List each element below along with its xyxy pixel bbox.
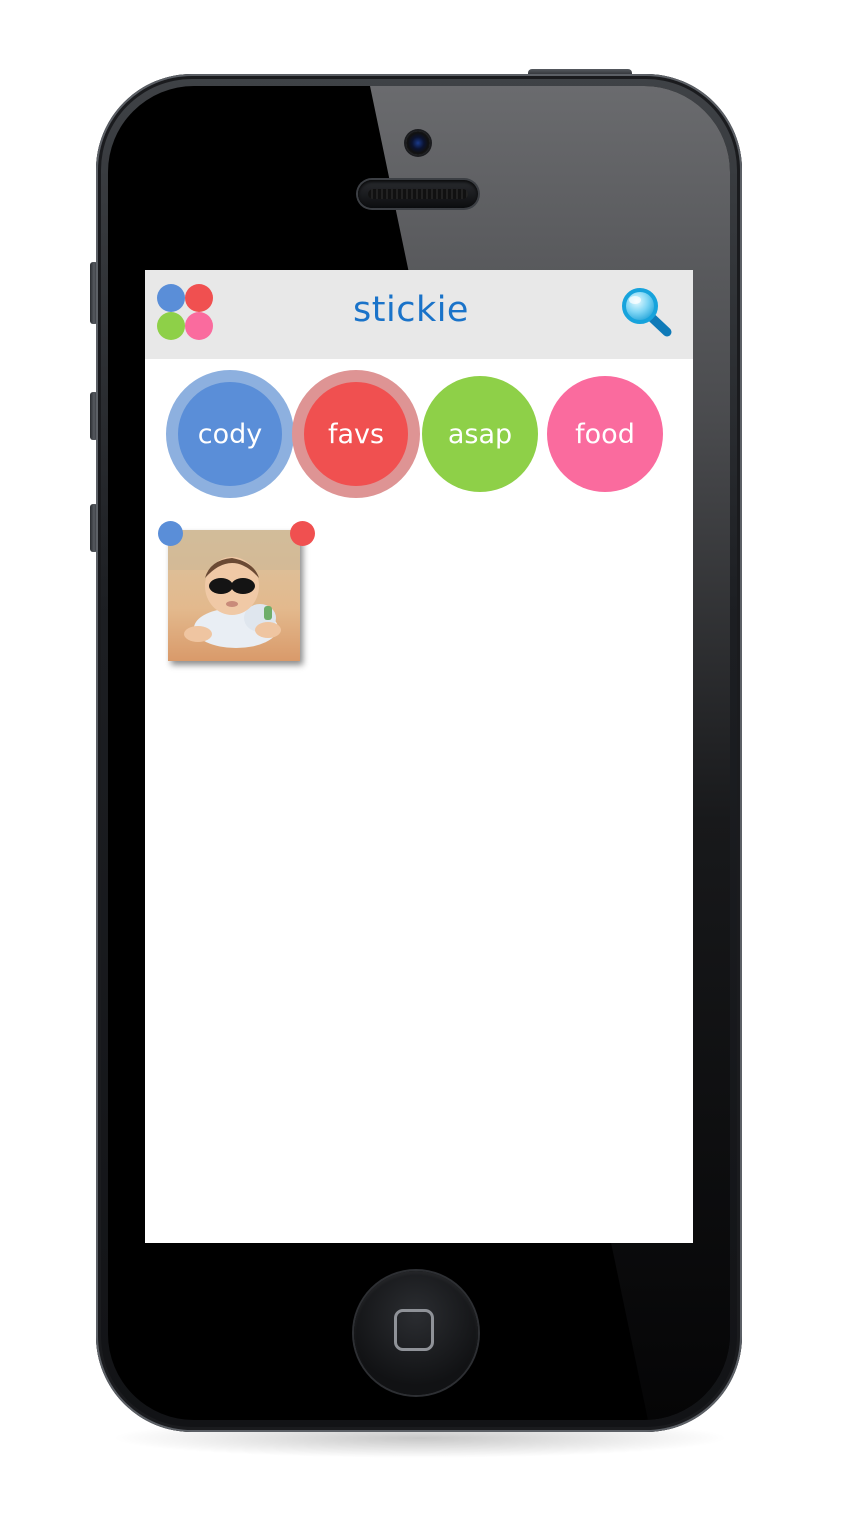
photo-tag-dot-blue	[158, 521, 183, 546]
logo-dot-blue	[157, 284, 185, 312]
home-square-icon	[394, 1309, 434, 1351]
tag-label: cody	[197, 418, 263, 450]
tag-favs[interactable]: favs	[292, 370, 420, 498]
app-screen: stickie cody favs asap food	[145, 270, 693, 1243]
device-mockup: stickie cody favs asap food	[0, 0, 847, 1537]
home-button[interactable]	[354, 1271, 478, 1395]
tag-label: food	[575, 418, 635, 450]
tag-label: favs	[327, 418, 385, 450]
front-camera	[406, 131, 430, 155]
tag-label: asap	[447, 418, 513, 450]
app-logo-icon[interactable]	[157, 284, 215, 340]
app-title: stickie	[353, 290, 469, 330]
search-button[interactable]	[620, 286, 676, 342]
logo-dot-pink	[185, 312, 213, 340]
logo-dot-green	[157, 312, 185, 340]
app-header: stickie	[145, 270, 693, 359]
earpiece-speaker	[358, 180, 478, 208]
magnifier-icon	[622, 288, 672, 337]
baby-photo-image	[168, 530, 300, 661]
photo-tag-dot-red	[290, 521, 315, 546]
tag-asap[interactable]: asap	[422, 376, 538, 492]
logo-dot-red	[185, 284, 213, 312]
photo-thumbnail[interactable]	[168, 530, 300, 661]
tag-food[interactable]: food	[547, 376, 663, 492]
tag-cody[interactable]: cody	[166, 370, 294, 498]
